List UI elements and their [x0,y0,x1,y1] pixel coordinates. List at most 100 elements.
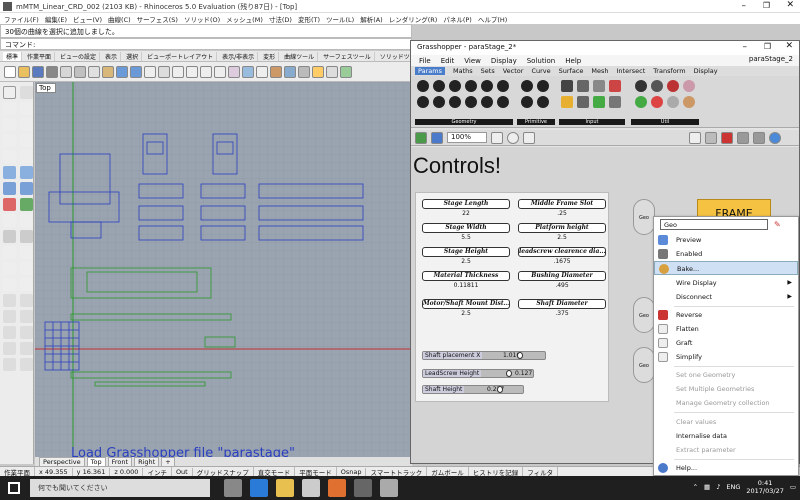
join-icon[interactable] [20,326,33,339]
nickname-input[interactable]: Geo [660,219,768,230]
gh-close-icon[interactable]: ✕ [785,41,793,51]
data-dam-util-icon[interactable] [667,80,679,92]
param-bushing-diameter[interactable]: Bushing Diameter .495 [518,271,606,292]
group-icon[interactable] [3,342,16,355]
viewport-tab-right[interactable]: Right [134,456,160,467]
status-smarttrack[interactable]: スマートトラック [366,466,428,477]
firefox-icon[interactable] [328,479,346,497]
curve-icon[interactable] [20,102,33,115]
plane-param-icon[interactable] [433,96,445,108]
slider-input-icon[interactable] [593,80,605,92]
pan-icon[interactable] [144,65,156,78]
toolbar-tab[interactable]: 表示 [102,51,122,61]
param-platform-height[interactable]: Platform height 2.5 [518,223,606,244]
menu-panels[interactable]: パネル(P) [443,14,472,24]
print-icon[interactable] [46,65,58,78]
menu-item-clear-values[interactable]: Clear values [654,415,798,429]
boolean-primitive-icon[interactable] [521,80,533,92]
toggle-input-icon[interactable] [561,80,573,92]
menu-item-preview[interactable]: Preview [654,233,798,247]
zoom-selected-icon[interactable] [214,65,226,78]
gh-preview-shaded-icon[interactable] [721,131,733,144]
param-shaft-diameter[interactable]: Shaft Diameter .375 [518,299,606,320]
maximize-icon[interactable]: ❐ [763,1,770,10]
gh-menu-view[interactable]: View [464,57,481,65]
extrude-icon[interactable] [20,182,33,195]
boolean-icon[interactable] [3,198,16,211]
status-cplane[interactable]: 作業平面 [0,466,35,477]
gh-tab-mesh[interactable]: Mesh [591,67,608,75]
ungroup-icon[interactable] [20,342,33,355]
close-icon[interactable]: ✕ [786,0,794,10]
brep-param-icon[interactable] [449,80,461,92]
geo-node[interactable]: Geo [633,297,655,333]
jump-util-icon[interactable] [651,80,663,92]
zoom-extents-icon[interactable] [200,65,212,78]
gh-menu-help[interactable]: Help [565,57,581,65]
geo-node[interactable]: Geo [633,199,655,235]
grasshopper-taskbar-icon[interactable] [380,479,398,497]
slider-knob[interactable] [496,386,503,393]
line-param-icon[interactable] [497,80,509,92]
gh-tab-surface[interactable]: Surface [559,67,584,75]
menu-item-disconnect[interactable]: Disconnect ▶ [654,290,798,304]
integer-primitive-icon[interactable] [537,80,549,92]
fitness-util-icon[interactable] [683,80,695,92]
taskbar-search[interactable]: 何でも聞いてください [30,479,210,497]
rotate-icon[interactable] [3,262,16,275]
point-param-icon[interactable] [449,96,461,108]
menu-render[interactable]: レンダリング(R) [389,14,438,24]
notification-icon[interactable]: ▭ [790,483,796,491]
scale-icon[interactable] [20,262,33,275]
menu-item-flatten[interactable]: Flatten [654,322,798,336]
menu-item-enabled[interactable]: Enabled [654,247,798,261]
surface-param-icon[interactable] [465,96,477,108]
polyline-icon[interactable] [3,102,16,115]
gh-preview-selected-icon[interactable] [737,131,749,144]
status-layer[interactable]: Out [172,467,193,476]
split-icon[interactable] [20,230,33,243]
gh-menu-solution[interactable]: Solution [527,57,556,65]
viewport-layout-icon[interactable] [228,65,240,78]
gh-preview-mesh-icon[interactable] [769,131,781,144]
status-history[interactable]: ヒストリを記録 [469,466,524,477]
viewport-tab-front[interactable]: Front [107,456,133,467]
slider-shaft-placement[interactable]: Shaft placement X 1.016 [422,351,546,360]
gh-sketch-icon[interactable] [523,131,535,144]
gh-minimize-icon[interactable]: – [743,42,748,52]
minimize-icon[interactable]: – [742,1,747,11]
explode-icon[interactable] [3,326,16,339]
gh-open-icon[interactable] [415,131,427,144]
circle-icon[interactable] [3,118,16,131]
menu-item-set-one-geometry[interactable]: Set one Geometry [654,368,798,382]
param-stage-length[interactable]: Stage Length 22 [422,199,510,220]
menu-item-manage-collection[interactable]: Manage Geometry collection [654,396,798,410]
redo-icon[interactable] [130,65,142,78]
scribble-util-icon[interactable] [651,96,663,108]
cut-icon[interactable] [74,65,86,78]
menu-file[interactable]: ファイル(F) [4,14,39,24]
properties-icon[interactable] [270,65,282,78]
cluster-util-icon[interactable] [635,80,647,92]
select-arrow-icon[interactable] [3,86,16,99]
rhino-taskbar-icon[interactable] [354,479,372,497]
status-filter[interactable]: フィルタ [523,466,559,477]
polygon-icon[interactable] [3,150,16,163]
param-leadscrew-clearence[interactable]: leadscrew clearence dia... .1675 [518,247,606,268]
toolbar-tab[interactable]: ビューポートレイアウト [144,51,218,61]
toolbar-tab[interactable]: 表示/非表示 [219,51,259,61]
gh-preview-wire-icon[interactable] [705,131,717,144]
import-icon[interactable] [60,65,72,78]
loft-icon[interactable] [20,166,33,179]
mesh-param-icon[interactable] [417,96,429,108]
gradient-input-icon[interactable] [593,96,605,108]
menu-edit[interactable]: 編集(E) [45,14,67,24]
lightbulb-icon[interactable] [312,65,324,78]
menu-transform[interactable]: 変形(T) [298,14,320,24]
text-icon[interactable] [20,294,33,307]
freeform-icon[interactable] [20,150,33,163]
edge-browser-icon[interactable] [250,479,268,497]
toolbar-tab[interactable]: 選択 [123,51,143,61]
sketch-util-icon[interactable] [667,96,679,108]
menu-curve[interactable]: 曲線(C) [108,14,131,24]
